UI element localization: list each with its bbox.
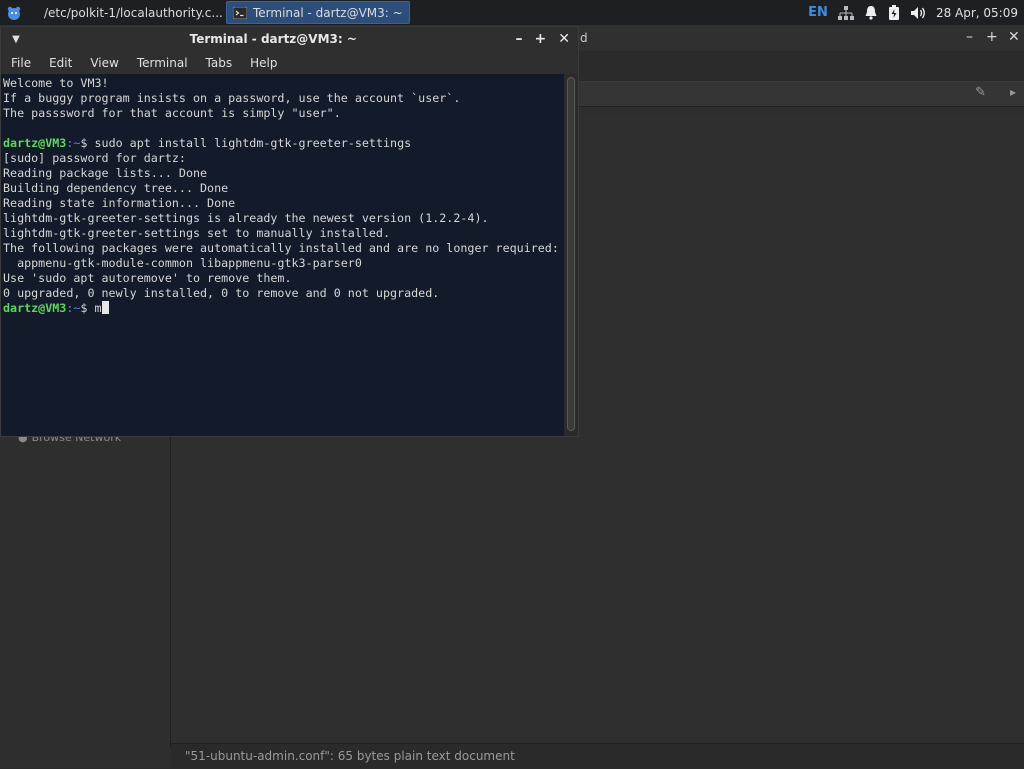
file-manager-sidebar: ● Browse Network xyxy=(0,431,171,748)
whisker-menu-button[interactable] xyxy=(0,0,28,25)
prompt-user: dartz@VM3 xyxy=(3,136,67,150)
line-text: Use 'sudo apt autoremove' to remove them… xyxy=(3,271,292,285)
line-text: lightdm-gtk-greeter-settings set to manu… xyxy=(3,226,391,240)
minimize-icon[interactable]: – xyxy=(966,29,973,45)
line-text: lightdm-gtk-greeter-settings is already … xyxy=(3,211,489,225)
prompt-path: :~ xyxy=(66,136,81,150)
line-text: The passsword for that account is simply… xyxy=(3,106,341,120)
terminal-output-line: [sudo] password for dartz: xyxy=(3,151,564,166)
window-title: Terminal - dartz@VM3: ~ xyxy=(189,32,357,46)
line-text: The following packages were automaticall… xyxy=(3,241,559,255)
maximize-icon[interactable]: + xyxy=(535,31,547,47)
terminal-output-line: Reading package lists... Done xyxy=(3,166,564,181)
taskbar-item-terminal[interactable]: Terminal - dartz@VM3: ~ xyxy=(226,1,410,24)
terminal-scrollbar[interactable] xyxy=(564,74,578,436)
terminal-output-line: The following packages were automaticall… xyxy=(3,241,564,256)
taskbar-item-file-manager[interactable]: /etc/polkit-1/localauthority.c... xyxy=(32,1,223,24)
taskbar-item-label: /etc/polkit-1/localauthority.c... xyxy=(44,5,223,20)
terminal-output-line: The passsword for that account is simply… xyxy=(3,106,564,121)
terminal-output-line: Reading state information... Done xyxy=(3,196,564,211)
location-bar[interactable]: ✎ ▸ xyxy=(578,81,1024,107)
battery-icon[interactable] xyxy=(888,5,900,20)
xfce-mouse-icon xyxy=(7,6,21,20)
line-text: Welcome to VM3! xyxy=(3,76,109,90)
text-cursor xyxy=(101,301,109,314)
forward-arrow-icon[interactable]: ▸ xyxy=(1010,85,1016,99)
menu-view[interactable]: View xyxy=(81,56,127,70)
system-tray: EN 28 Apr, 05:09 xyxy=(808,5,1024,20)
terminal-output-line: lightdm-gtk-greeter-settings set to manu… xyxy=(3,226,564,241)
network-icon[interactable] xyxy=(837,5,854,20)
line-text: $ m xyxy=(80,301,102,315)
scrollbar-thumb[interactable] xyxy=(567,77,575,431)
keyboard-layout-indicator[interactable]: EN xyxy=(808,5,828,20)
menu-help[interactable]: Help xyxy=(241,56,286,70)
menu-terminal[interactable]: Terminal xyxy=(128,56,197,70)
prompt-user: dartz@VM3 xyxy=(3,301,67,315)
close-icon[interactable]: ✕ xyxy=(558,31,570,47)
file-manager-title: d xyxy=(580,31,588,45)
terminal-prompt-line: dartz@VM3:~$ m xyxy=(3,301,564,316)
clock[interactable]: 28 Apr, 05:09 xyxy=(936,6,1018,20)
file-manager-titlebar xyxy=(578,25,1024,51)
line-text: [sudo] password for dartz: xyxy=(3,151,186,165)
terminal-menubar: File Edit View Terminal Tabs Help xyxy=(1,51,578,74)
terminal-output-line: 0 upgraded, 0 newly installed, 0 to remo… xyxy=(3,286,564,301)
close-icon[interactable]: ✕ xyxy=(1008,29,1020,45)
line-text: 0 upgraded, 0 newly installed, 0 to remo… xyxy=(3,286,440,300)
line-text: $ sudo apt install lightdm-gtk-greeter-s… xyxy=(80,136,412,150)
terminal-output-line: appmenu-gtk-module-common libappmenu-gtk… xyxy=(3,256,564,271)
terminal-output-line: Use 'sudo apt autoremove' to remove them… xyxy=(3,271,564,286)
terminal-output[interactable]: Welcome to VM3! If a buggy program insist… xyxy=(1,74,564,436)
maximize-icon[interactable]: + xyxy=(986,29,998,45)
terminal-prompt-line: dartz@VM3:~$ sudo apt install lightdm-gt… xyxy=(3,136,564,151)
status-bar: "51-ubuntu-admin.conf": 65 bytes plain t… xyxy=(171,743,1024,768)
minimize-icon[interactable]: – xyxy=(516,31,523,47)
line-text: Reading state information... Done xyxy=(3,196,236,210)
bell-icon[interactable] xyxy=(864,5,878,20)
terminal-output-line: Building dependency tree... Done xyxy=(3,181,564,196)
terminal-output-line: lightdm-gtk-greeter-settings is already … xyxy=(3,211,564,226)
top-panel: /etc/polkit-1/localauthority.c... Termin… xyxy=(0,0,1024,25)
menu-file[interactable]: File xyxy=(1,56,40,70)
menu-edit[interactable]: Edit xyxy=(40,56,81,70)
line-text: Reading package lists... Done xyxy=(3,166,208,180)
edit-location-icon[interactable]: ✎ xyxy=(975,85,986,100)
terminal-output-line: Welcome to VM3! xyxy=(3,76,564,91)
file-manager-toolbar xyxy=(578,51,1024,81)
prompt-path: :~ xyxy=(66,301,81,315)
terminal-window: ▼ Terminal - dartz@VM3: ~ – + ✕ File Edi… xyxy=(0,26,579,437)
volume-icon[interactable] xyxy=(910,6,926,20)
line-text: If a buggy program insists on a password… xyxy=(3,91,461,105)
terminal-titlebar[interactable]: ▼ Terminal - dartz@VM3: ~ – + ✕ xyxy=(1,27,578,51)
terminal-icon xyxy=(233,6,247,19)
taskbar-item-label: Terminal - dartz@VM3: ~ xyxy=(253,5,403,20)
window-menu-icon[interactable]: ▼ xyxy=(1,34,31,45)
menu-tabs[interactable]: Tabs xyxy=(197,56,242,70)
terminal-output-line: If a buggy program insists on a password… xyxy=(3,91,564,106)
line-text: Building dependency tree... Done xyxy=(3,181,229,195)
line-text: appmenu-gtk-module-common libappmenu-gtk… xyxy=(3,256,362,270)
